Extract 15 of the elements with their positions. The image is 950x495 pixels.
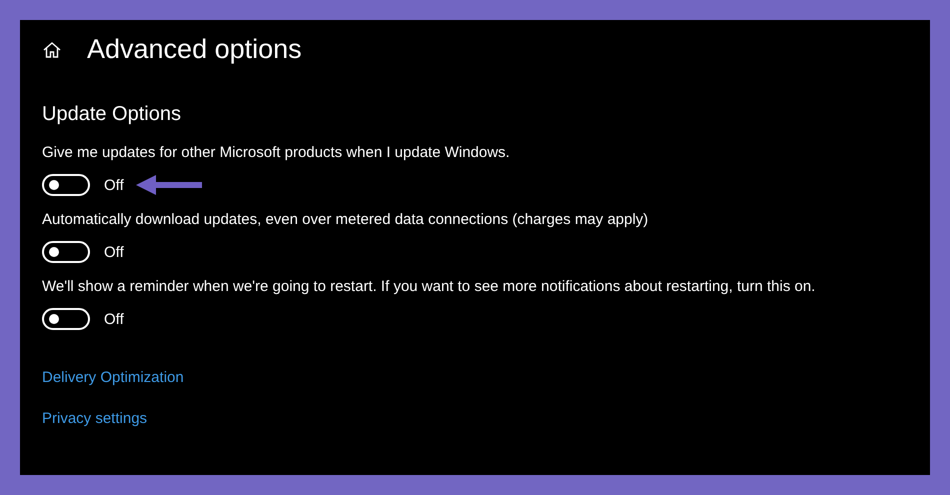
toggle-switch[interactable] — [42, 308, 90, 330]
section-title: Update Options — [42, 103, 182, 126]
settings-link[interactable]: Privacy settings — [42, 410, 148, 427]
setting-label: Automatically download updates, even over metered data connections (charges may apply) — [42, 211, 650, 228]
toggle-switch[interactable] — [42, 241, 90, 263]
settings-link[interactable]: Delivery Optimization — [42, 369, 184, 386]
home-icon[interactable] — [42, 40, 62, 60]
setting-label: We'll show a reminder when we're going to restart. If you want to see more notifications about restarting, turn this on. — [42, 278, 816, 295]
toggle-state: Off — [104, 176, 124, 194]
toggle-state: Off — [104, 244, 124, 260]
toggle-state: Off — [104, 310, 124, 328]
arrow-drawing — [136, 173, 202, 197]
setting-label: Give me updates for other Microsoft products when I update Windows. — [42, 144, 511, 161]
page-title: Advanced options — [87, 34, 302, 65]
toggle-switch[interactable] — [42, 174, 90, 196]
